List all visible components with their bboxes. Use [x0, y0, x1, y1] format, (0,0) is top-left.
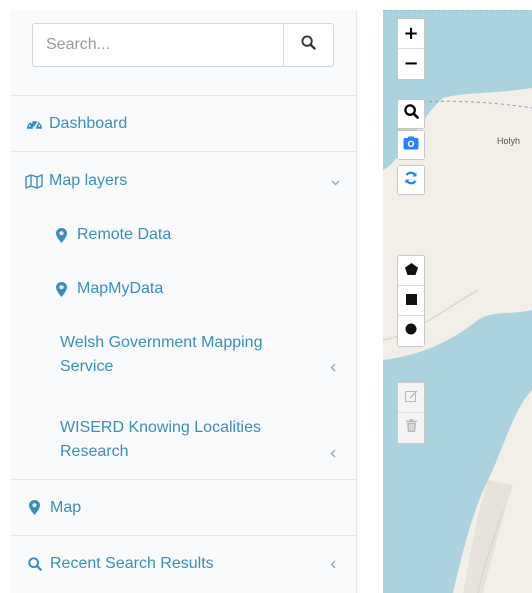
sidebar-item-label: WISERD Knowing Localities Research [60, 418, 261, 460]
zoom-control: + − [397, 18, 425, 80]
draw-polygon-button[interactable] [398, 256, 424, 286]
sidebar-item-label: Map layers [49, 172, 128, 189]
chevron-left-icon [330, 557, 336, 572]
square-icon [405, 292, 417, 310]
draw-rectangle-button[interactable] [398, 286, 424, 316]
delete-layers-button[interactable] [398, 413, 424, 443]
map-marker-icon [28, 500, 40, 515]
sidebar-item-recent-search-results[interactable]: Recent Search Results [10, 536, 357, 592]
search-button[interactable] [283, 23, 334, 67]
sidebar-item-label: Recent Search Results [50, 555, 214, 572]
search-input[interactable] [32, 23, 283, 67]
draw-circle-button[interactable] [398, 316, 424, 346]
map-icon [25, 173, 43, 189]
refresh-icon [404, 171, 418, 190]
sidebar-subitem-welsh-government-mapping[interactable]: Welsh Government Mapping Service [10, 320, 357, 390]
search-icon [403, 104, 419, 124]
sidebar-item-dashboard[interactable]: Dashboard [10, 96, 357, 152]
sidebar-item-map-layers[interactable]: Map layers [10, 152, 357, 210]
refresh-button[interactable] [398, 166, 424, 194]
chevron-left-icon [330, 446, 336, 461]
edit-toolbar [397, 382, 425, 444]
map-marker-icon [55, 227, 67, 243]
chevron-left-icon [330, 360, 336, 375]
sidebar-item-label: MapMyData [77, 280, 164, 297]
sidebar-item-label: Dashboard [49, 114, 128, 132]
search-icon [28, 557, 42, 571]
zoom-in-button[interactable]: + [398, 19, 424, 49]
pentagon-icon [404, 262, 418, 280]
search-icon [301, 35, 316, 55]
chevron-down-icon [331, 174, 340, 189]
map-view[interactable]: Holyh + − [383, 10, 532, 593]
sidebar-subitem-mapmydata[interactable]: MapMyData [10, 260, 357, 318]
screenshot-control [397, 130, 425, 160]
trash-icon [405, 419, 417, 437]
sidebar: Dashboard Map layers Remote Data MapMyDa… [10, 10, 357, 593]
dashboard-icon [25, 117, 43, 131]
circle-icon [405, 322, 417, 340]
sidebar-subitem-wiserd-knowing-localities[interactable]: WISERD Knowing Localities Research [10, 400, 357, 480]
map-search-control [397, 99, 425, 129]
sidebar-item-map[interactable]: Map [10, 480, 357, 536]
sidebar-subitem-remote-data[interactable]: Remote Data [10, 210, 357, 260]
edit-icon [404, 389, 418, 407]
sidebar-item-label: Welsh Government Mapping Service [60, 334, 263, 375]
screenshot-button[interactable] [398, 131, 424, 159]
sidebar-item-label: Map [50, 498, 82, 516]
search-row [10, 10, 357, 96]
zoom-out-button[interactable]: − [398, 49, 424, 79]
map-search-button[interactable] [398, 100, 424, 128]
refresh-control [397, 165, 425, 195]
map-marker-icon [55, 281, 67, 297]
plus-icon: + [403, 22, 419, 44]
map-place-label: Holyh [497, 136, 521, 146]
camera-icon [403, 136, 419, 155]
draw-toolbar [397, 255, 425, 347]
sidebar-item-label: Remote Data [77, 226, 172, 243]
minus-icon: − [403, 53, 419, 74]
edit-layers-button[interactable] [398, 383, 424, 413]
